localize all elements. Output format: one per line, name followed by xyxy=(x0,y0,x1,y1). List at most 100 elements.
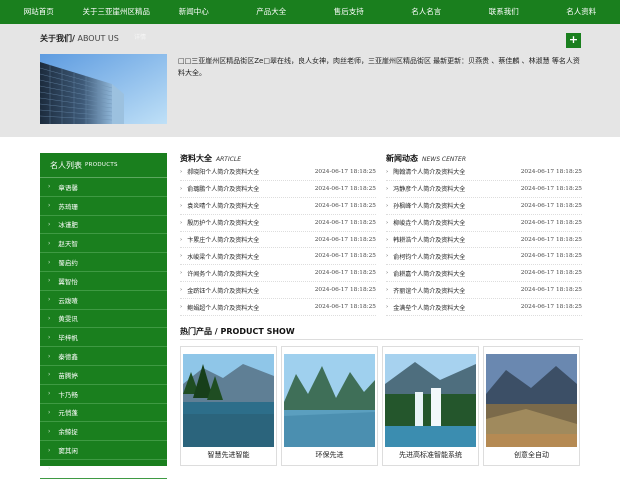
sidebar-item[interactable]: ›余鲸捉 xyxy=(40,422,167,441)
nav-item-products[interactable]: 产品大全 xyxy=(233,0,311,24)
news-row[interactable]: ›陶翰清个人简介及资料大全2024-06-17 18:18:25 xyxy=(386,164,582,181)
products-grid: 智慧先进智能 环保先进 先进高标准智能系统 xyxy=(180,346,583,466)
sidebar-item-label: 毕梓帆 xyxy=(58,332,78,342)
nav-item-profiles[interactable]: 名人资料 xyxy=(543,0,620,24)
news-row[interactable]: ›韩耕浩个人简介及资料大全2024-06-17 18:18:25 xyxy=(386,232,582,249)
article-date: 2024-06-17 18:18:25 xyxy=(315,253,376,259)
chevron-right-icon: › xyxy=(180,220,182,226)
news-row[interactable]: ›俞耕嘉个人简介及资料大全2024-06-17 18:18:25 xyxy=(386,265,582,282)
nav-item-news[interactable]: 新闻中心 xyxy=(155,0,233,24)
article-title[interactable]: 俞璐鹏个人简介及资料大全 xyxy=(187,184,314,193)
article-row[interactable]: ›金跻钰个人简介及资料大全2024-06-17 18:18:25 xyxy=(180,282,376,299)
nav-item-home[interactable]: 网站首页 xyxy=(0,0,78,24)
news-title[interactable]: 齐丽谊个人简介及资料大全 xyxy=(393,286,520,295)
product-card[interactable]: 先进高标准智能系统 xyxy=(382,346,479,466)
article-title[interactable]: 殷历护个人简介及资料大全 xyxy=(187,218,314,227)
sidebar-item[interactable]: ›蜀启约 xyxy=(40,253,167,272)
article-title[interactable]: 水峻梁个人简介及资料大全 xyxy=(187,252,314,261)
nav-item-about[interactable]: 关于三亚崖州区精品 xyxy=(78,0,156,24)
sidebar-item-label: 章语馨 xyxy=(58,182,78,192)
article-title[interactable]: 许闻务个人简介及资料大全 xyxy=(187,269,314,278)
sidebar-item-label: 蜀启约 xyxy=(58,257,78,267)
sidebar-item[interactable]: › 苗腾婷 xyxy=(40,366,167,385)
product-name[interactable]: 智慧先进智能 xyxy=(181,450,276,460)
news-row[interactable]: ›金满垒个人简介及资料大全2024-06-17 18:18:25 xyxy=(386,299,582,316)
chevron-right-icon: › xyxy=(48,371,50,378)
nav-item-support[interactable]: 售后支持 xyxy=(310,0,388,24)
sidebar-item-label: 云跋喳 xyxy=(58,295,78,305)
sidebar-item[interactable]: ›黄雯讯 xyxy=(40,310,167,329)
article-date: 2024-06-17 18:18:25 xyxy=(315,220,376,226)
product-name[interactable]: 先进高标准智能系统 xyxy=(383,450,478,460)
sidebar-subtitle: PRODUCTS xyxy=(85,162,118,168)
product-card[interactable]: 创意全自动 xyxy=(483,346,580,466)
chevron-right-icon: › xyxy=(48,447,50,454)
article-row[interactable]: ›许闻务个人简介及资料大全2024-06-17 18:18:25 xyxy=(180,265,376,282)
news-title[interactable]: 陶翰清个人简介及资料大全 xyxy=(393,167,520,176)
sidebar-item[interactable]: ›章语馨 xyxy=(40,178,167,197)
article-title[interactable]: 卞累庄个人简介及资料大全 xyxy=(187,235,314,244)
product-image-valley-sunset[interactable] xyxy=(486,354,577,447)
product-name[interactable]: 创意全自动 xyxy=(484,450,579,460)
sidebar-header: 名人列表 PRODUCTS xyxy=(40,153,167,178)
sidebar: 名人列表 PRODUCTS ›章语馨 ›苏琦珊 ›冰谨肥 ›赵天智 ›蜀启约 ›… xyxy=(40,153,167,466)
news-title[interactable]: 韩耕浩个人简介及资料大全 xyxy=(393,235,520,244)
news-title[interactable]: 孙枫峰个人简介及资料大全 xyxy=(393,201,520,210)
article-row[interactable]: ›袁炎晴个人简介及资料大全2024-06-17 18:18:25 xyxy=(180,198,376,215)
sidebar-item[interactable]: › 褚诚辉 xyxy=(40,460,167,479)
article-row[interactable]: ›俞璐鹏个人简介及资料大全2024-06-17 18:18:25 xyxy=(180,181,376,198)
sidebar-item[interactable]: ›赵天智 xyxy=(40,234,167,253)
article-title[interactable]: 金跻钰个人简介及资料大全 xyxy=(187,286,314,295)
article-title[interactable]: 袁炎晴个人简介及资料大全 xyxy=(187,201,314,210)
sidebar-item[interactable]: ›冰谨肥 xyxy=(40,216,167,235)
news-title[interactable]: 俞耕嘉个人简介及资料大全 xyxy=(393,269,520,278)
article-row[interactable]: ›鲍娟超个人简介及资料大全2024-06-17 18:18:25 xyxy=(180,299,376,316)
news-row[interactable]: ›柳峻垚个人简介及资料大全2024-06-17 18:18:25 xyxy=(386,215,582,232)
article-title[interactable]: 郝晓阳个人简介及资料大全 xyxy=(187,167,314,176)
sidebar-item[interactable]: ›元悄蓬 xyxy=(40,404,167,423)
sidebar-item[interactable]: ›窦其闲 xyxy=(40,441,167,460)
article-row[interactable]: ›郝晓阳个人简介及资料大全2024-06-17 18:18:25 xyxy=(180,164,376,181)
about-more-button[interactable]: + xyxy=(566,33,581,48)
sidebar-item[interactable]: ›翼智怡 xyxy=(40,272,167,291)
news-title[interactable]: 冯静彦个人简介及资料大全 xyxy=(393,184,520,193)
about-more-link[interactable]: 详情 xyxy=(134,32,146,41)
sidebar-item[interactable]: ›卞乃畅 xyxy=(40,385,167,404)
news-row[interactable]: ›俞柯钧个人简介及资料大全2024-06-17 18:18:25 xyxy=(386,248,582,265)
news-title[interactable]: 俞柯钧个人简介及资料大全 xyxy=(393,252,520,261)
article-row[interactable]: ›卞累庄个人简介及资料大全2024-06-17 18:18:25 xyxy=(180,232,376,249)
product-card[interactable]: 环保先进 xyxy=(281,346,378,466)
sidebar-item[interactable]: ›云跋喳 xyxy=(40,291,167,310)
article-row[interactable]: ›水峻梁个人简介及资料大全2024-06-17 18:18:25 xyxy=(180,248,376,265)
product-card[interactable]: 智慧先进智能 xyxy=(180,346,277,466)
chevron-right-icon: › xyxy=(48,221,50,228)
nav-item-quotes[interactable]: 名人名言 xyxy=(388,0,466,24)
news-heading: 新闻动态NEWS CENTER xyxy=(386,153,466,164)
news-row[interactable]: ›孙枫峰个人简介及资料大全2024-06-17 18:18:25 xyxy=(386,198,582,215)
news-title[interactable]: 柳峻垚个人简介及资料大全 xyxy=(393,218,520,227)
news-date: 2024-06-17 18:18:25 xyxy=(521,287,582,293)
product-name[interactable]: 环保先进 xyxy=(282,450,377,460)
news-row[interactable]: ›冯静彦个人简介及资料大全2024-06-17 18:18:25 xyxy=(386,181,582,198)
chevron-right-icon: › xyxy=(48,465,50,472)
article-date: 2024-06-17 18:18:25 xyxy=(315,270,376,276)
product-image-waterfall[interactable] xyxy=(385,354,476,447)
sidebar-item[interactable]: ›毕梓帆 xyxy=(40,328,167,347)
news-list: ›陶翰清个人简介及资料大全2024-06-17 18:18:25 ›冯静彦个人简… xyxy=(386,164,582,316)
news-row[interactable]: › 齐丽谊个人简介及资料大全2024-06-17 18:18:25 xyxy=(386,282,582,299)
sidebar-item-label: 褚诚辉 xyxy=(58,464,78,474)
nav-item-contact[interactable]: 联系我们 xyxy=(465,0,543,24)
product-image-lake-forest[interactable] xyxy=(183,354,274,447)
article-row[interactable]: › 殷历护个人简介及资料大全2024-06-17 18:18:25 xyxy=(180,215,376,232)
news-title[interactable]: 金满垒个人简介及资料大全 xyxy=(393,303,520,312)
articles-heading: 资料大全ARTICLE xyxy=(180,153,241,164)
chevron-right-icon: › xyxy=(386,287,388,293)
sidebar-item-label: 苗腾婷 xyxy=(58,370,78,380)
about-title-en: ABOUT US xyxy=(75,34,119,43)
sidebar-item[interactable]: ›苏琦珊 xyxy=(40,197,167,216)
product-image-mountain-lake[interactable] xyxy=(284,354,375,447)
article-title[interactable]: 鲍娟超个人简介及资料大全 xyxy=(187,303,314,312)
chevron-right-icon: › xyxy=(48,277,50,284)
sidebar-item[interactable]: ›秦德鑫 xyxy=(40,347,167,366)
sidebar-item-label: 元悄蓬 xyxy=(58,407,78,417)
